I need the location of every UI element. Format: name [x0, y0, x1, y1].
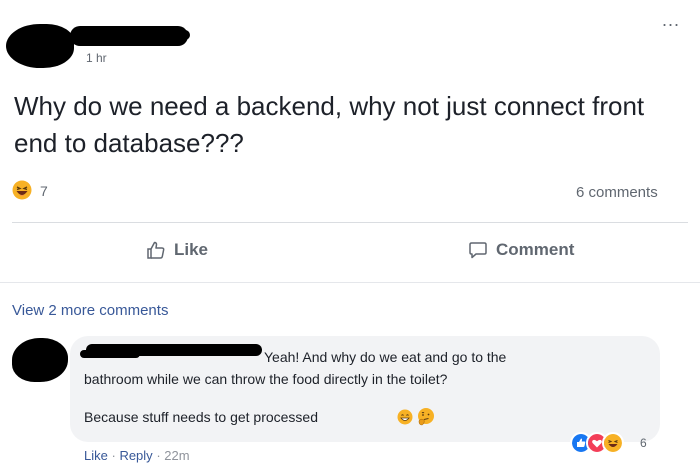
post-text: Why do we need a backend, why not just c…	[14, 91, 645, 158]
comment-reply-link[interactable]: Reply	[119, 448, 152, 463]
thinking-emoji-icon	[418, 408, 434, 426]
redacted-commenter-name-tail	[80, 350, 140, 358]
haha-emoji-icon[interactable]	[12, 180, 32, 200]
comment-button[interactable]: Comment	[468, 240, 574, 260]
view-more-comments-link[interactable]: View 2 more comments	[12, 302, 168, 319]
comment-text-line: Yeah! And why do we eat and go to the	[264, 349, 507, 365]
grinning-emoji-icon	[397, 409, 413, 425]
more-options-icon[interactable]: ...	[662, 10, 680, 31]
haha-reaction-icon	[602, 432, 624, 454]
comment-text-line: bathroom while we can throw the food dir…	[84, 371, 448, 387]
comment-actions: Like · Reply · 22m	[84, 448, 190, 463]
comment-reaction-count[interactable]: 6	[640, 436, 647, 450]
like-button[interactable]: Like	[146, 240, 208, 260]
speech-bubble-icon	[469, 242, 487, 259]
comment-button-label: Comment	[496, 240, 575, 259]
redacted-author-name-tail	[150, 30, 190, 40]
post-timestamp[interactable]: 1 hr	[86, 51, 107, 65]
thumbs-up-icon	[147, 241, 165, 259]
comments-count-link[interactable]: 6 comments	[576, 184, 658, 201]
like-button-label: Like	[174, 240, 209, 259]
reaction-count[interactable]: 7	[40, 183, 48, 199]
comment-like-link[interactable]: Like	[84, 448, 108, 463]
comment-text-line: Because stuff needs to get processed	[84, 409, 319, 425]
comment-timestamp[interactable]: 22m	[164, 448, 189, 463]
divider	[12, 222, 688, 223]
redacted-commenter-avatar	[12, 338, 68, 382]
divider	[0, 282, 700, 283]
comment-reactions[interactable]	[570, 432, 624, 454]
redacted-avatar	[6, 24, 74, 68]
